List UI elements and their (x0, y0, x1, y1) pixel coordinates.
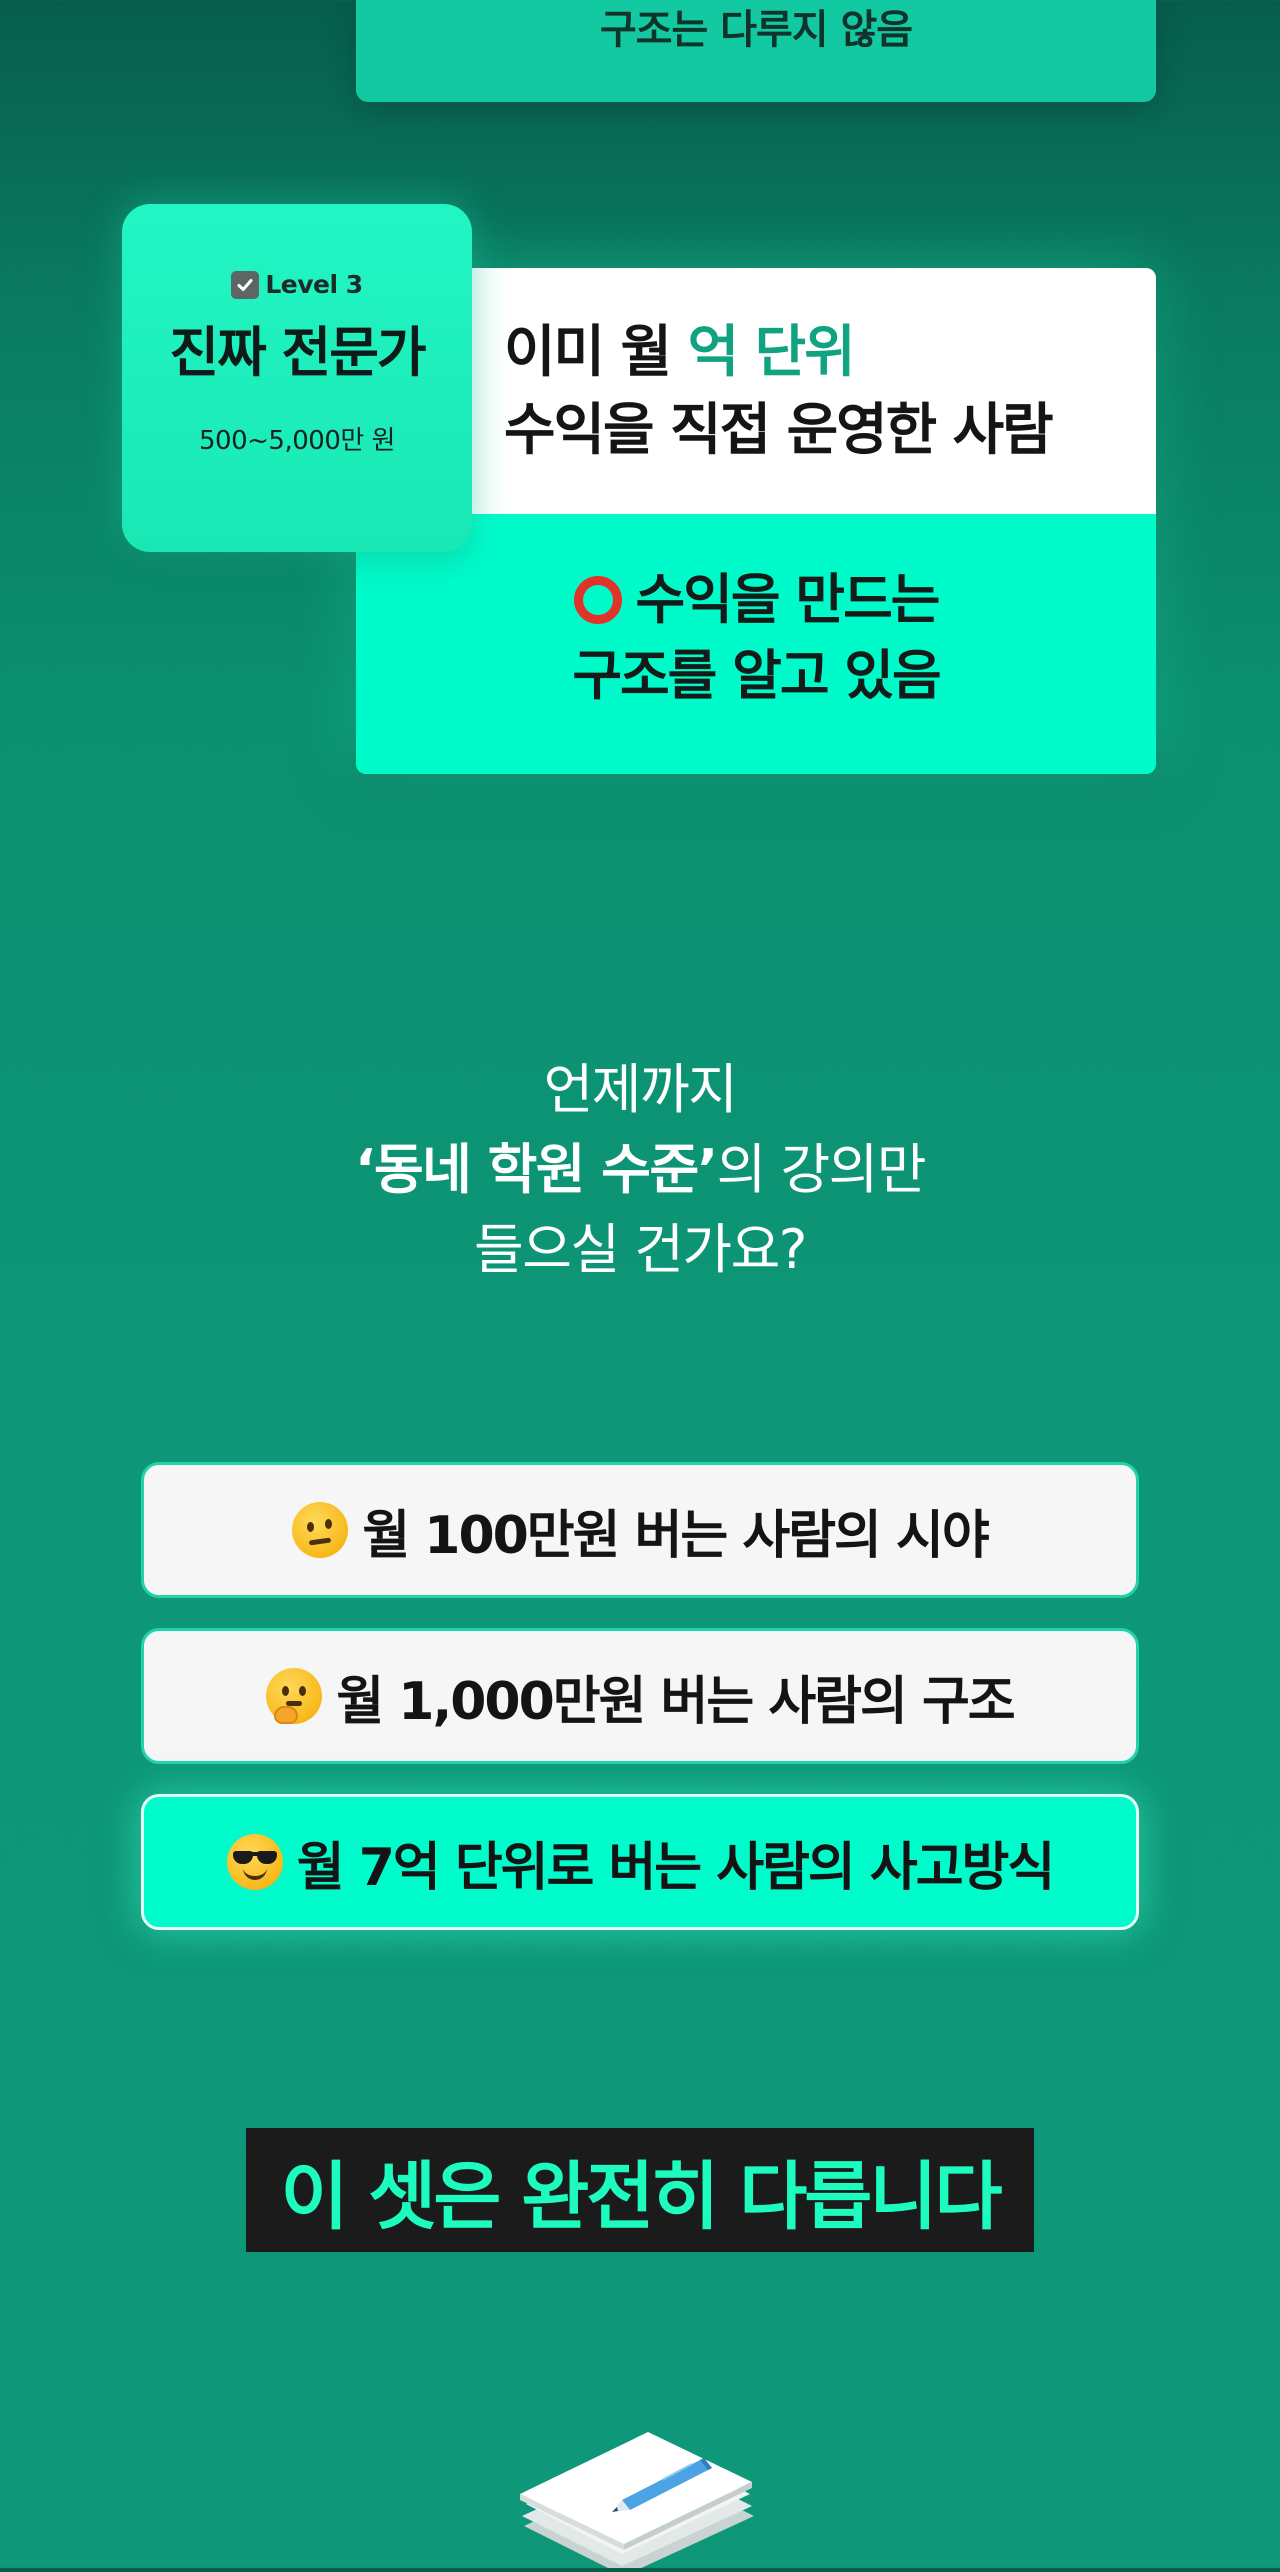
level-label: Level 3 (231, 270, 363, 299)
result-line-2: 구조를 알고 있음 (572, 644, 941, 707)
option-label: 월 100만원 버는 사람의 시야 (362, 1505, 989, 1566)
question-text: 언제까지 ‘동네 학원 수준’의 강의만 들으실 건가요? (0, 1050, 1280, 1290)
question-highlight: ‘동네 학원 수준’ (354, 1138, 718, 1201)
question-line-1: 언제까지 (543, 1058, 738, 1121)
option-label: 월 7억 단위로 버는 사람의 사고방식 (296, 1837, 1055, 1898)
description-prefix: 이미 월 (504, 320, 688, 385)
option-100-man-won: 월 100만원 버는 사람의 시야 (141, 1462, 1139, 1598)
result-line-1: 수익을 만드는 (573, 562, 941, 638)
previous-level-result-card: 구조는 다루지 않음 (356, 0, 1156, 102)
level-3-section: Level 3 진짜 전문가 500~5,000만 원 이미 월 억 단위 수익… (122, 204, 1156, 774)
previous-level-result-text: 구조는 다루지 않음 (599, 7, 913, 53)
description-line-1: 이미 월 억 단위 (504, 314, 1156, 392)
level-price: 500~5,000만 원 (199, 426, 395, 457)
question-line-2-rest: 의 강의만 (716, 1138, 927, 1201)
level-3-result: 수익을 만드는 구조를 알고 있음 (356, 514, 1156, 774)
question-line-3: 들으실 건가요? (474, 1218, 807, 1281)
sunglasses-face-icon (226, 1834, 283, 1890)
option-label: 월 1,000만원 버는 사람의 구조 (336, 1671, 1015, 1732)
option-7-eok: 월 7억 단위로 버는 사람의 사고방식 (141, 1794, 1139, 1930)
checkbox-checked-icon (231, 270, 260, 299)
conclusion-banner-text: 이 셋은 완전히 다릅니다 (280, 2153, 1002, 2240)
result-line-1-text: 수익을 만드는 (635, 568, 941, 631)
level-3-badge: Level 3 진짜 전문가 500~5,000만 원 (122, 204, 472, 552)
description-accent: 억 단위 (687, 320, 856, 385)
raised-eyebrow-face-icon (292, 1502, 349, 1558)
level-label-text: Level 3 (265, 270, 363, 299)
level-title: 진짜 전문가 (169, 321, 426, 384)
description-line-2: 수익을 직접 운영한 사람 (504, 398, 1054, 463)
option-1000-man-won: 월 1,000만원 버는 사람의 구조 (141, 1628, 1139, 1764)
conclusion-banner: 이 셋은 완전히 다릅니다 (246, 2128, 1034, 2252)
level-3-description: 이미 월 억 단위 수익을 직접 운영한 사람 (356, 268, 1156, 514)
level-3-card: 이미 월 억 단위 수익을 직접 운영한 사람 수익을 만드는 구조를 알고 있… (356, 268, 1156, 774)
red-circle-icon (573, 576, 622, 624)
question-line-2: ‘동네 학원 수준’의 강의만 (0, 1130, 1280, 1210)
paper-stack-pen-icon (514, 2408, 764, 2572)
comparison-options: 월 100만원 버는 사람의 시야 월 1,000만원 버는 사람의 구조 월 … (141, 1462, 1139, 1930)
thinking-face-icon (266, 1668, 323, 1724)
